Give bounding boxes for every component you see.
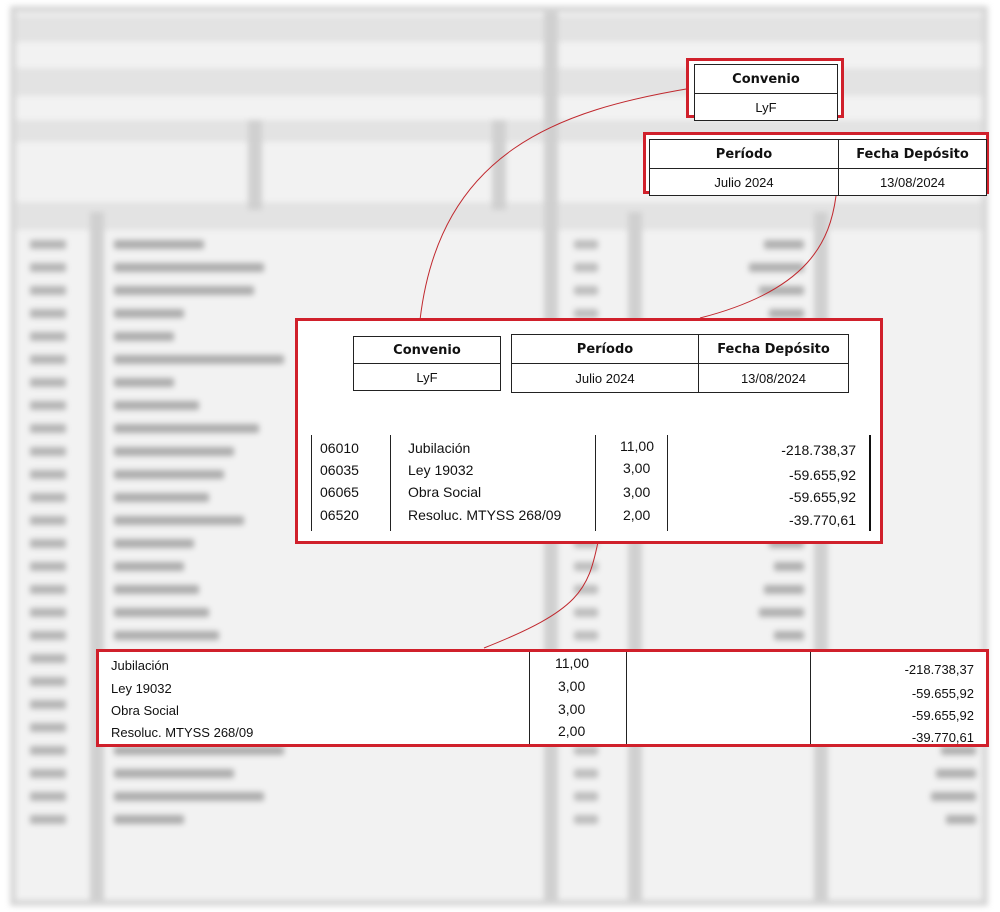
- convenio-value-zoom: LyF: [353, 363, 501, 391]
- concept-name: Resoluc. MTYSS 268/09: [408, 507, 562, 523]
- concepts-highlight-bottom: Jubilación 11,00 -218.738,37 Ley 19032 3…: [96, 649, 989, 747]
- concept-units: 2,00: [623, 507, 651, 523]
- concept-amount: -218.738,37: [904, 662, 974, 677]
- concept-name: Ley 19032: [111, 681, 172, 696]
- concept-code: 06010: [320, 440, 359, 456]
- fecha-deposito-value: 13/08/2024: [838, 168, 987, 196]
- concept-code: 06035: [320, 462, 359, 478]
- concept-name: Jubilación: [408, 440, 471, 456]
- fecha-deposito-header: Fecha Depósito: [838, 139, 987, 169]
- concept-units: 2,00: [558, 723, 586, 739]
- concept-amount: -39.770,61: [789, 512, 856, 528]
- concept-name: Jubilación: [111, 658, 169, 673]
- fecha-deposito-header-zoom: Fecha Depósito: [698, 334, 849, 364]
- periodo-value: Julio 2024: [649, 168, 839, 196]
- concept-units: 3,00: [558, 701, 586, 717]
- concept-units: 3,00: [623, 460, 651, 476]
- zoom-detail-panel: Convenio LyF Período Fecha Depósito Juli…: [295, 318, 883, 544]
- concept-amount: -59.655,92: [911, 708, 974, 723]
- convenio-highlight-top: Convenio LyF: [686, 58, 844, 121]
- concept-units: 11,00: [555, 655, 589, 671]
- concept-name: Ley 19032: [408, 462, 474, 478]
- concept-name: Obra Social: [111, 703, 179, 718]
- concept-amount: -59.655,92: [789, 467, 856, 483]
- concept-code: 06520: [320, 507, 359, 523]
- concept-amount: -218.738,37: [781, 442, 856, 458]
- concept-amount: -59.655,92: [789, 489, 856, 505]
- concept-amount: -59.655,92: [911, 686, 974, 701]
- concept-units: 11,00: [620, 438, 654, 454]
- convenio-header-zoom: Convenio: [353, 336, 501, 364]
- periodo-fecha-highlight-top: Período Fecha Depósito Julio 2024 13/08/…: [643, 132, 989, 196]
- concept-name: Obra Social: [408, 484, 482, 500]
- convenio-header: Convenio: [694, 64, 838, 94]
- concept-amount: -39.770,61: [911, 730, 974, 745]
- concept-units: 3,00: [558, 678, 586, 694]
- concept-name: Resoluc. MTYSS 268/09: [111, 725, 254, 740]
- periodo-header-zoom: Período: [511, 334, 699, 364]
- concept-code: 06065: [320, 484, 359, 500]
- convenio-value: LyF: [694, 93, 838, 121]
- periodo-value-zoom: Julio 2024: [511, 363, 699, 393]
- periodo-header: Período: [649, 139, 839, 169]
- concept-units: 3,00: [623, 484, 651, 500]
- fecha-deposito-value-zoom: 13/08/2024: [698, 363, 849, 393]
